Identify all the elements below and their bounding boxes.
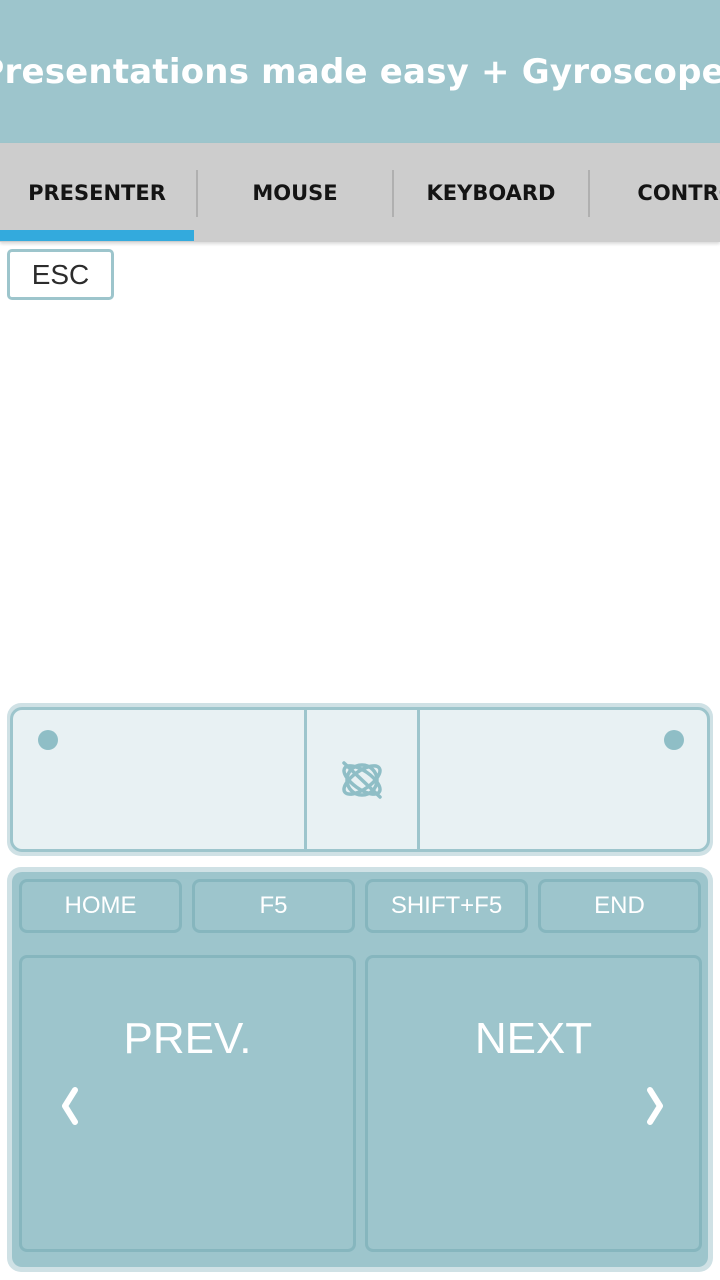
- touchpad-right-click-area[interactable]: [420, 710, 707, 849]
- prev-slide-label: PREV.: [123, 1014, 252, 1063]
- touchpad[interactable]: [10, 707, 710, 852]
- next-slide-label: NEXT: [474, 1014, 593, 1063]
- touchpad-left-click-area[interactable]: [13, 710, 307, 849]
- prev-slide-button[interactable]: PREV.: [19, 955, 356, 1252]
- app-screen: Presentations made easy + Gyroscope! PRE…: [0, 0, 720, 1280]
- tab-controls[interactable]: CONTRO: [590, 143, 720, 242]
- chevron-right-icon: [647, 1087, 663, 1125]
- home-key-button[interactable]: HOME: [19, 879, 182, 933]
- esc-button[interactable]: ESC: [7, 249, 114, 300]
- f5-key-button[interactable]: F5: [192, 879, 355, 933]
- tab-mouse[interactable]: MOUSE: [198, 143, 392, 242]
- tab-keyboard[interactable]: KEYBOARD: [394, 143, 588, 242]
- chevron-left-icon: [62, 1087, 78, 1125]
- tab-selected-indicator: [0, 230, 194, 241]
- app-header: Presentations made easy + Gyroscope!: [0, 0, 720, 143]
- next-slide-button[interactable]: NEXT: [365, 955, 702, 1252]
- left-click-dot-icon: [38, 730, 58, 750]
- tab-presenter[interactable]: PRESENTER: [0, 143, 194, 242]
- gyroscope-disabled-icon: [342, 760, 382, 799]
- shift-f5-key-button[interactable]: SHIFT+F5: [365, 879, 528, 933]
- tab-bar: PRESENTER MOUSE KEYBOARD CONTRO: [0, 143, 720, 242]
- end-key-button[interactable]: END: [538, 879, 701, 933]
- right-click-dot-icon: [664, 730, 684, 750]
- gyroscope-toggle-button[interactable]: [307, 710, 420, 849]
- app-title: Presentations made easy + Gyroscope!: [0, 51, 720, 92]
